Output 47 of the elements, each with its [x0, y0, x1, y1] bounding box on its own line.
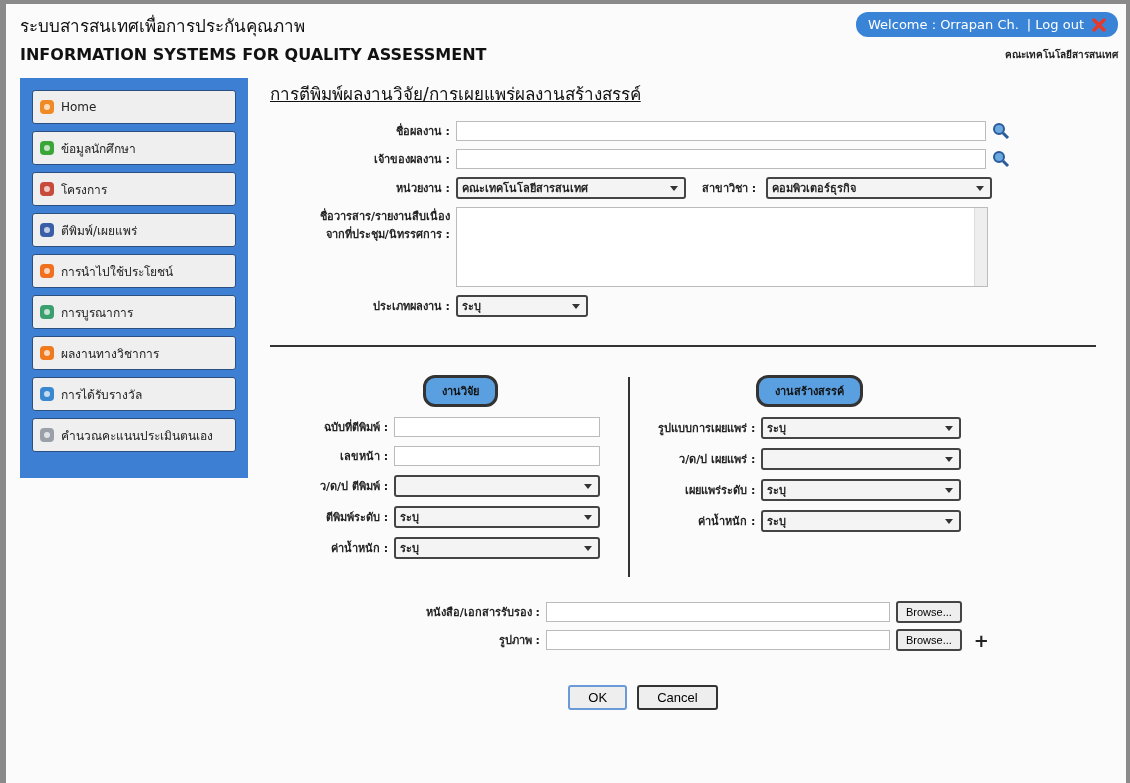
sidebar-item[interactable]: การนำไปใช้ประโยชน์ — [32, 254, 236, 288]
welcome-text: Welcome : Orrapan Ch. — [868, 17, 1019, 32]
sidebar-item[interactable]: การได้รับรางวัล — [32, 377, 236, 411]
sidebar-item[interactable]: คำนวณคะแนนประเมินตนเอง — [32, 418, 236, 452]
sidebar-item[interactable]: ข้อมูลนักศึกษา — [32, 131, 236, 165]
browse-button[interactable]: Browse... — [896, 629, 962, 651]
ok-button[interactable]: OK — [568, 685, 628, 710]
field-label: เจ้าของผลงาน : — [372, 152, 450, 168]
field-label: ชื่อวารสาร/รายงานสืบเนื่อง จากที่ประชุม/นิทรรศการ : — [318, 207, 450, 243]
sidebar-item[interactable]: ตีพิมพ์/เผยแพร่ — [32, 213, 236, 247]
select-field[interactable]: ระบุ — [761, 479, 962, 501]
field-label: ค่าน้ำหนัก : — [329, 539, 389, 557]
sidebar-item[interactable]: Home — [32, 90, 236, 124]
field-label: ชื่อผลงาน : — [394, 122, 450, 140]
sidebar-item[interactable]: ผลงานทางวิชาการ — [32, 336, 236, 370]
major-select[interactable]: คอมพิวเตอร์ธุรกิจ — [766, 177, 993, 199]
field-label: เผยแพร่ระดับ : — [684, 483, 756, 499]
creative-button[interactable]: งานสร้างสรรค์ — [756, 375, 864, 407]
unit-select[interactable]: คณะเทคโนโลยีสารสนเทศ — [456, 177, 686, 199]
type-select[interactable]: ระบุ — [456, 295, 588, 317]
research-button[interactable]: งานวิจัย — [422, 375, 498, 407]
field-label: ว/ด/ป ตีพิมพ์ : — [320, 479, 389, 495]
sidebar-item[interactable]: การบูรณาการ — [32, 295, 236, 329]
field-label: ตีพิมพ์ระดับ : — [324, 510, 389, 526]
logout-link[interactable]: | Log out — [1026, 17, 1084, 32]
faculty-name: คณะเทคโนโลยีสารสนเทศ — [1005, 48, 1118, 62]
select-field[interactable]: ระบุ — [394, 537, 601, 559]
field-label: ประเภทผลงาน : — [371, 299, 450, 315]
site-subtitle: INFORMATION SYSTEMS FOR QUALITY ASSESSMENT — [20, 45, 487, 64]
select-field[interactable]: ระบุ — [394, 506, 601, 528]
add-button[interactable]: + — [967, 629, 995, 651]
site-title: ระบบสารสนเทศเพื่อการประกันคุณภาพ — [20, 13, 306, 39]
field-label: ค่าน้ำหนัก : — [697, 512, 756, 530]
browse-button[interactable]: Browse... — [896, 601, 962, 623]
cancel-button[interactable]: Cancel — [637, 685, 718, 710]
field-label: รูปแบบการเผยแพร่ : — [658, 421, 756, 437]
form-title: การตีพิมพ์ผลงานวิจัย/การเผยแพร่ผลงานสร้างสรรค์ — [270, 83, 642, 106]
select-field[interactable]: ระบุ — [761, 417, 962, 439]
field-label: สาขาวิชา : — [702, 181, 757, 197]
field-label: หน่วยงาน : — [394, 181, 450, 197]
sidebar-item[interactable]: โครงการ — [32, 172, 236, 206]
field-label: ว/ด/ป เผยแพร่ : — [678, 452, 756, 468]
field-label: เลขหน้า : — [338, 449, 389, 465]
field-label: ฉบับที่ตีพิมพ์ : — [322, 418, 389, 436]
select-field[interactable]: ระบุ — [761, 510, 962, 532]
field-label: หนังสือ/เอกสารรับรอง : — [424, 605, 540, 621]
field-label: รูปภาพ : — [497, 633, 540, 649]
